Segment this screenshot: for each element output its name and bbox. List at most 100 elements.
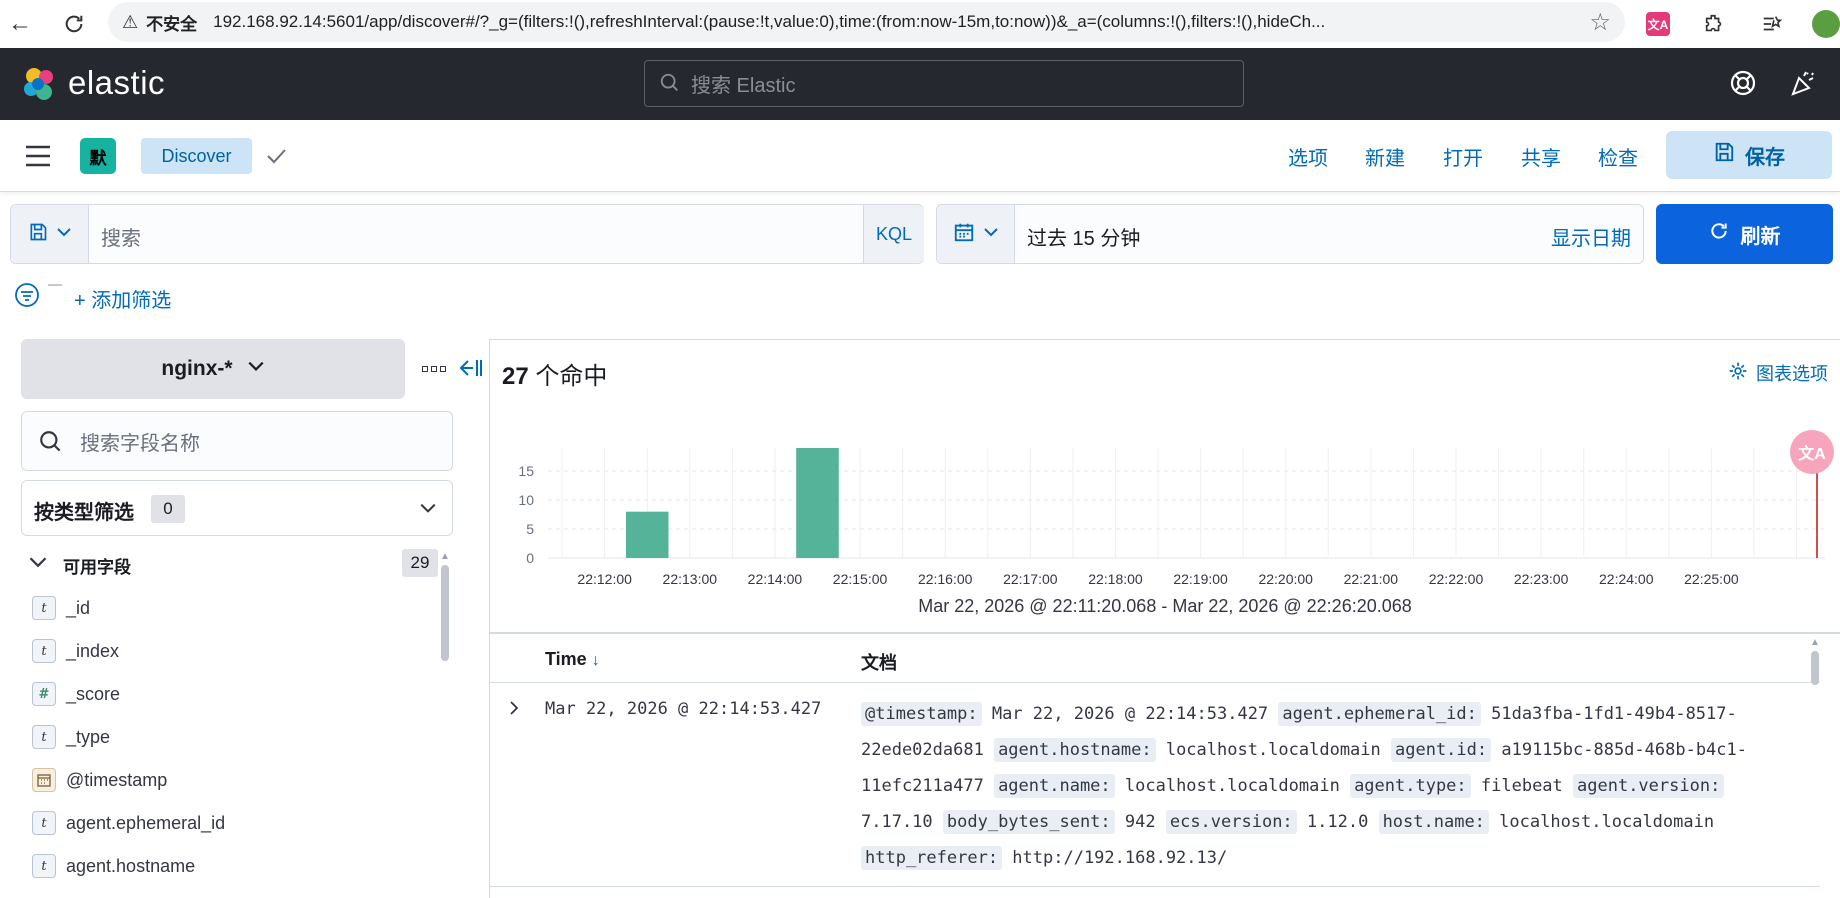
field-item-agent-ephemeral-id[interactable]: t agent.ephemeral_id bbox=[32, 808, 225, 838]
x-tick-label: 22:22:00 bbox=[1429, 571, 1484, 587]
query-bar: 搜索 KQL bbox=[10, 204, 924, 264]
doc-field-value: 1.12.0 bbox=[1296, 812, 1379, 832]
column-header-time[interactable]: Time ↓ bbox=[545, 649, 600, 670]
doc-field-key: agent.hostname: bbox=[994, 738, 1156, 762]
doc-field-value: 942 bbox=[1114, 812, 1166, 832]
options-link[interactable]: 选项 bbox=[1288, 142, 1328, 171]
new-link[interactable]: 新建 bbox=[1365, 142, 1405, 171]
scroll-up-arrow[interactable]: ▲ bbox=[440, 551, 450, 562]
doc-field-key: http_referer: bbox=[861, 846, 1003, 870]
checkmark-icon bbox=[264, 144, 288, 173]
help-lifebuoy-icon[interactable] bbox=[1728, 68, 1758, 103]
doc-field-value: localhost.localdomain bbox=[1155, 740, 1391, 760]
reload-icon[interactable] bbox=[56, 6, 92, 42]
row-divider bbox=[490, 886, 1820, 887]
doc-field-key: agent.id: bbox=[1391, 738, 1492, 762]
global-search-input[interactable]: 搜索 Elastic bbox=[644, 60, 1244, 107]
doc-field-value: 7.17.10 bbox=[861, 812, 943, 832]
date-type-icon bbox=[32, 768, 56, 792]
y-tick-label: 5 bbox=[526, 521, 534, 537]
sidebar-scrollbar-thumb[interactable] bbox=[441, 565, 449, 661]
doc-field-key: agent.ephemeral_id: bbox=[1278, 702, 1481, 726]
chevron-down-icon bbox=[418, 499, 438, 522]
date-range-text[interactable]: 过去 15 分钟 bbox=[1027, 222, 1140, 251]
chart-time-range-label: Mar 22, 2026 @ 22:11:20.068 - Mar 22, 20… bbox=[918, 596, 1412, 616]
extensions-puzzle-icon[interactable] bbox=[1696, 6, 1732, 42]
translate-float-icon[interactable]: 文A bbox=[1790, 430, 1834, 474]
query-input[interactable]: 搜索 bbox=[101, 222, 141, 251]
histogram-chart[interactable]: 0 5 10 15 22:12:00 22:13:00 22:14:00 22:15:00 22… bbox=[490, 430, 1840, 590]
x-tick-label: 22:15:00 bbox=[833, 571, 888, 587]
open-link[interactable]: 打开 bbox=[1443, 142, 1483, 171]
field-item-timestamp[interactable]: @timestamp bbox=[32, 765, 167, 795]
field-item-score[interactable]: # _score bbox=[32, 679, 120, 709]
profile-avatar-icon[interactable] bbox=[1808, 6, 1840, 42]
field-item-agent-hostname[interactable]: t agent.hostname bbox=[32, 851, 195, 881]
x-tick-label: 22:19:00 bbox=[1173, 571, 1228, 587]
index-pattern-picker[interactable]: nginx-* bbox=[21, 339, 405, 399]
collapse-sidebar-icon[interactable] bbox=[458, 356, 484, 385]
field-item-index[interactable]: t _index bbox=[32, 636, 119, 666]
news-feed-party-icon[interactable] bbox=[1788, 68, 1818, 103]
index-pattern-name: nginx-* bbox=[161, 357, 233, 380]
show-dates-link[interactable]: 显示日期 bbox=[1551, 222, 1631, 251]
doc-field-key: ecs.version: bbox=[1165, 810, 1297, 834]
translate-extension-icon[interactable]: 文A bbox=[1640, 6, 1676, 42]
available-fields-toggle-icon[interactable] bbox=[28, 552, 48, 577]
index-options-icon[interactable] bbox=[422, 366, 446, 372]
x-tick-label: 22:20:00 bbox=[1258, 571, 1313, 587]
elastic-logo-icon[interactable] bbox=[20, 65, 58, 108]
field-name: @timestamp bbox=[66, 769, 168, 790]
sort-down-icon[interactable]: ↓ bbox=[592, 652, 600, 669]
space-avatar[interactable]: 默 bbox=[80, 138, 116, 174]
bookmark-star-icon[interactable]: ☆ bbox=[1589, 8, 1611, 37]
search-icon bbox=[38, 429, 64, 461]
refresh-button[interactable]: 刷新 bbox=[1656, 204, 1833, 264]
string-type-icon: t bbox=[32, 639, 56, 663]
breadcrumb-discover[interactable]: Discover bbox=[141, 138, 252, 174]
filter-divider bbox=[48, 284, 62, 286]
menu-hamburger-icon[interactable] bbox=[24, 144, 52, 173]
field-name: _id bbox=[66, 597, 91, 618]
y-tick-label: 10 bbox=[518, 492, 534, 508]
save-button[interactable]: 保存 bbox=[1666, 131, 1832, 179]
x-tick-label: 22:23:00 bbox=[1514, 571, 1569, 587]
field-search-placeholder: 搜索字段名称 bbox=[80, 432, 200, 455]
reading-list-icon[interactable] bbox=[1754, 6, 1790, 42]
x-tick-label: 22:16:00 bbox=[918, 571, 973, 587]
type-filter-count-badge: 0 bbox=[151, 495, 185, 523]
gear-icon bbox=[1728, 361, 1748, 386]
kql-language-button[interactable]: KQL bbox=[863, 205, 924, 263]
add-filter-link[interactable]: + 添加筛选 bbox=[74, 284, 171, 313]
available-fields-label[interactable]: 可用字段 bbox=[63, 553, 131, 578]
field-search-input[interactable]: 搜索字段名称 bbox=[21, 411, 453, 471]
filter-menu-icon[interactable] bbox=[14, 282, 40, 313]
url-text[interactable]: 192.168.92.14:5601/app/discover#/?_g=(fi… bbox=[213, 12, 1553, 32]
type-filter-button[interactable]: 按类型筛选 0 bbox=[21, 480, 453, 536]
x-tick-label: 22:21:00 bbox=[1344, 571, 1399, 587]
inspect-link[interactable]: 检查 bbox=[1598, 142, 1638, 171]
doc-field-value: http://192.168.92.13/ bbox=[1002, 848, 1228, 868]
doc-field-value: filebeat bbox=[1470, 776, 1574, 796]
main-scrollbar-thumb[interactable] bbox=[1811, 651, 1819, 685]
field-item-type[interactable]: t _type bbox=[32, 722, 110, 752]
x-tick-label: 22:13:00 bbox=[663, 571, 718, 587]
chart-options-button[interactable]: 图表选项 bbox=[1728, 360, 1828, 386]
x-tick-label: 22:12:00 bbox=[577, 571, 632, 587]
doc-field-value: localhost.localdomain bbox=[1114, 776, 1351, 796]
expand-row-chevron-icon[interactable] bbox=[506, 698, 526, 718]
doc-field-value: Mar 22, 2026 @ 22:14:53.427 bbox=[981, 704, 1279, 724]
field-item-id[interactable]: t _id bbox=[32, 593, 90, 623]
back-icon[interactable]: ← bbox=[2, 6, 38, 42]
quick-menu-button[interactable] bbox=[937, 205, 1015, 263]
elastic-logo-text[interactable]: elastic bbox=[68, 64, 165, 102]
insecure-label: 不安全 bbox=[146, 14, 198, 34]
save-label: 保存 bbox=[1745, 146, 1785, 169]
browser-toolbar: ← ⚠ 不安全 192.168.92.14:5601/app/discover#… bbox=[0, 0, 1840, 48]
scroll-up-arrow[interactable]: ▲ bbox=[1810, 637, 1820, 648]
address-bar[interactable]: ⚠ 不安全 192.168.92.14:5601/app/discover#/?… bbox=[108, 2, 1625, 42]
string-type-icon: t bbox=[32, 596, 56, 620]
date-picker: 过去 15 分钟 显示日期 bbox=[936, 204, 1644, 264]
saved-query-menu-button[interactable] bbox=[11, 205, 89, 263]
share-link[interactable]: 共享 bbox=[1521, 142, 1561, 171]
